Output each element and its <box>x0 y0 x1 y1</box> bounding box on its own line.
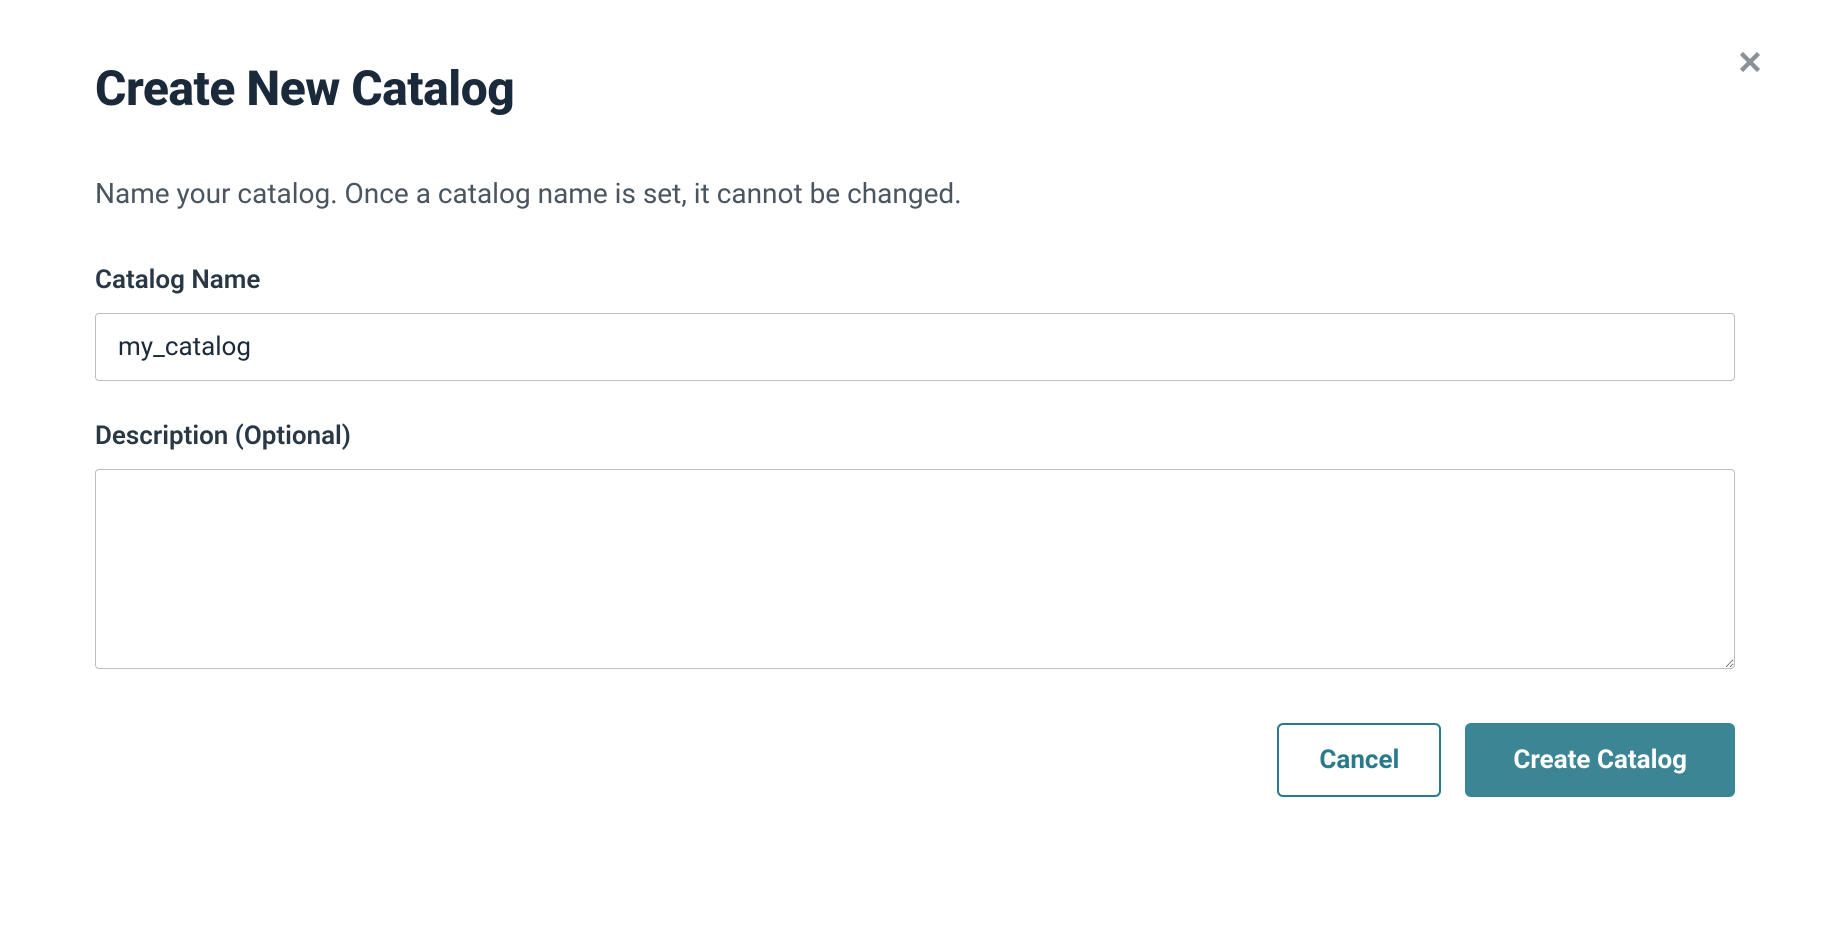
catalog-name-field-group: Catalog Name <box>95 265 1735 381</box>
description-field-group: Description (Optional) <box>95 421 1735 673</box>
description-textarea[interactable] <box>95 469 1735 669</box>
create-catalog-dialog: Create New Catalog Name your catalog. On… <box>0 0 1830 847</box>
cancel-button[interactable]: Cancel <box>1277 723 1441 797</box>
catalog-name-label: Catalog Name <box>95 265 1735 295</box>
description-label: Description (Optional) <box>95 421 1735 451</box>
create-catalog-button[interactable]: Create Catalog <box>1465 723 1735 797</box>
catalog-name-input[interactable] <box>95 313 1735 381</box>
close-button[interactable] <box>1730 42 1770 82</box>
dialog-button-row: Cancel Create Catalog <box>95 723 1735 797</box>
dialog-title: Create New Catalog <box>95 60 1735 117</box>
dialog-subtitle: Name your catalog. Once a catalog name i… <box>95 177 1735 210</box>
close-icon <box>1735 47 1765 77</box>
